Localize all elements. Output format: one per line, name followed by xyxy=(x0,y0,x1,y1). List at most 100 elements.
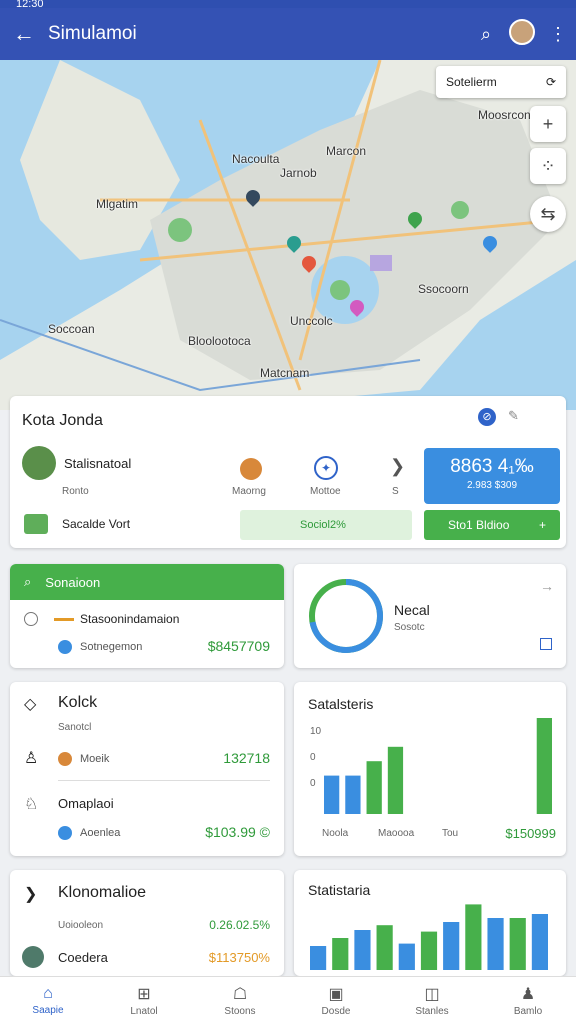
stats2-title: Statistaria xyxy=(308,882,371,898)
stats-bar-chart xyxy=(324,718,552,814)
start-button[interactable]: Sto1 Bldioo + xyxy=(424,510,560,540)
group-icon xyxy=(24,514,48,534)
person-name: Stalisnatoal xyxy=(64,456,132,471)
route-icon[interactable]: ❯ xyxy=(390,456,405,477)
category-label: Noola xyxy=(322,828,349,839)
nav-label: Stanles xyxy=(415,1006,449,1017)
chart-bar xyxy=(324,775,340,814)
grid-icon: ⊞ xyxy=(137,986,151,1003)
document-icon: ▣ xyxy=(328,986,344,1003)
category-label: Maoooa xyxy=(378,828,415,839)
stats-value: $150999 xyxy=(505,826,556,841)
map-label: Ssocoorn xyxy=(418,282,469,296)
map-label: Jarnob xyxy=(280,166,317,180)
map-label: Mlgatim xyxy=(96,197,139,211)
app-bar: ← Simulamoi ⌕ ⋮ xyxy=(0,8,576,60)
thumb-icon[interactable]: ♙ xyxy=(24,748,38,768)
chart-bar xyxy=(443,922,460,970)
plus-icon: + xyxy=(538,518,546,532)
more-icon[interactable]: ⋮ xyxy=(540,24,576,45)
stats2-bar-chart xyxy=(310,904,548,970)
zoom-in-button[interactable]: + xyxy=(530,106,566,142)
chart-bar xyxy=(398,943,415,970)
link-icon[interactable]: ⊘ xyxy=(478,408,496,426)
divider xyxy=(58,780,270,781)
back-icon[interactable]: ← xyxy=(0,21,48,47)
progress-label: Sociol2% xyxy=(300,519,346,531)
stats-title: Satalsteris xyxy=(308,696,374,712)
home-icon: ⌂ xyxy=(43,985,53,1002)
profile-avatar[interactable] xyxy=(504,18,540,50)
chart-bar xyxy=(376,925,393,970)
list-item[interactable]: Moeik xyxy=(58,752,109,766)
nav-label: Bamlo xyxy=(513,1006,543,1017)
map-label: Bloolootoca xyxy=(188,334,251,348)
chart-bar xyxy=(509,918,526,970)
stats-card: Satalsteris 10 0 0 Noola Maoooa Tou $150… xyxy=(294,682,566,856)
list-item[interactable]: Stasoonindamaion xyxy=(24,612,179,626)
tool-icon[interactable]: ✎ xyxy=(508,408,519,424)
chart-icon: ◫ xyxy=(424,986,440,1003)
avatar xyxy=(58,752,72,766)
item2-label: Sotnegemon xyxy=(80,641,143,653)
nav-item-docs[interactable]: ▣ Dosde xyxy=(288,977,384,1024)
monitor-row-value: $113750% xyxy=(208,950,270,965)
tick-label: 0 xyxy=(310,778,316,789)
arrow-right-icon[interactable]: → xyxy=(540,578,554,594)
map-view[interactable]: Mlgatim Jarnob Marcon Nacoulta Moosrcon … xyxy=(0,60,576,410)
chart-bar xyxy=(536,718,552,814)
list-item[interactable]: Sotnegemon xyxy=(58,640,142,654)
search-header[interactable]: ⌕ Sonaioon xyxy=(10,564,284,600)
chart-bar xyxy=(310,946,327,970)
monitor-row-label: Coedera xyxy=(58,950,108,965)
nav-item-stats[interactable]: ◫ Stanles xyxy=(384,977,480,1024)
progress-bar: Sociol2% xyxy=(240,510,412,540)
nav-item-home[interactable]: ⌂ Saapie xyxy=(0,977,96,1024)
list-item[interactable]: Aoenlea xyxy=(58,826,120,840)
monitor-sub-value: 0.26.02.5% xyxy=(209,918,270,932)
chart-bar xyxy=(345,775,361,814)
route-button[interactable]: ⇆ xyxy=(530,196,566,232)
profile-icon: ♟ xyxy=(520,986,536,1003)
search-icon: ⌕ xyxy=(24,574,32,589)
map-search-box[interactable]: Sotelierm ⟳ xyxy=(436,66,566,98)
status-icon xyxy=(22,946,44,968)
row2-title: Omaplaoi xyxy=(58,796,114,811)
search-icon[interactable]: ⌕ xyxy=(468,24,504,45)
map-label: Matcnam xyxy=(260,366,310,380)
map-search-label: Sotelierm xyxy=(446,75,497,89)
expand-icon[interactable] xyxy=(540,638,552,650)
bottom-nav: ⌂ Saapie ⊞ Lnatol ☖ Stoons ▣ Dosde ◫ Stanles … xyxy=(0,976,576,1024)
row2-label: Sacalde Vort xyxy=(62,517,131,531)
refresh-icon[interactable]: ⟳ xyxy=(546,75,556,89)
person-sub: Ronto xyxy=(62,486,89,497)
map-label: Moosrcon xyxy=(478,108,531,122)
details-title: Kolck xyxy=(58,694,98,711)
chart-bar xyxy=(332,938,349,970)
col2-label: Mottoe xyxy=(310,486,341,497)
monitor-title: Klonomalioe xyxy=(58,884,147,901)
col3-label: S xyxy=(392,486,399,497)
start-button-label: Sto1 Bldioo xyxy=(448,518,510,532)
search-header-label: Sonaioon xyxy=(45,574,101,590)
layers-button[interactable]: ⁘ xyxy=(530,148,566,184)
chevron-right-icon[interactable]: ❯ xyxy=(24,884,37,904)
nav-label: Lnatol xyxy=(130,1006,158,1017)
network-icon[interactable]: ✦ xyxy=(314,456,338,480)
nav-label: Stoons xyxy=(224,1006,256,1017)
summary-title: Necal xyxy=(394,602,430,618)
chart-bar xyxy=(354,930,371,970)
item1-label: Stasoonindamaion xyxy=(80,612,180,626)
radio-icon[interactable] xyxy=(24,612,38,626)
col1-label: Maorng xyxy=(232,486,266,497)
diamond-icon: ◇ xyxy=(24,696,37,713)
user-icon[interactable]: ♘ xyxy=(24,794,38,814)
nav-item-list[interactable]: ⊞ Lnatol xyxy=(96,977,192,1024)
chart-bar xyxy=(387,746,404,814)
row3-label: Aoenlea xyxy=(80,827,121,839)
stats-card-2: Statistaria xyxy=(294,870,566,976)
avatar xyxy=(22,446,56,480)
nav-item-profile[interactable]: ♟ Bamlo xyxy=(480,977,576,1024)
price-box[interactable]: 8863 4₁‰ 2.983 $309 xyxy=(424,448,560,504)
nav-item-stores[interactable]: ☖ Stoons xyxy=(192,977,288,1024)
